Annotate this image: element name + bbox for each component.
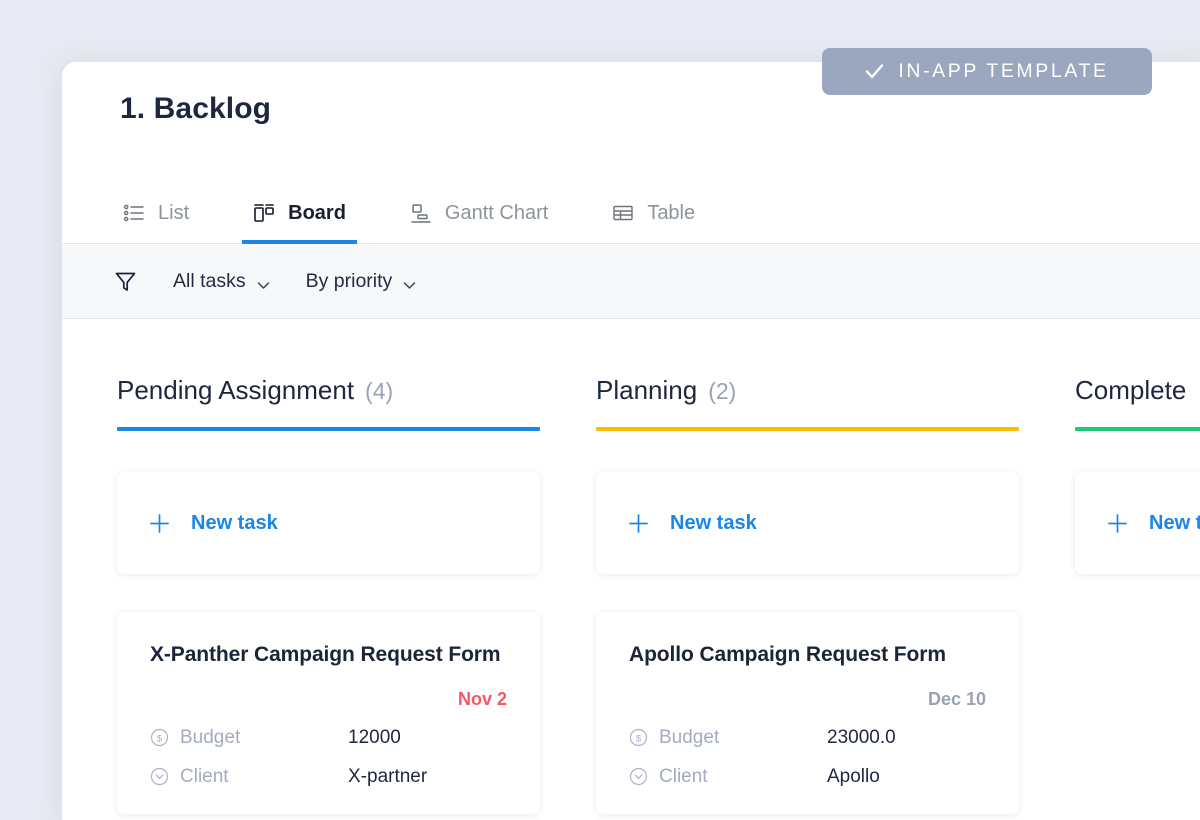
board-column-planning: Planning (2) New task Apollo Campaign Re… xyxy=(596,320,1019,820)
plus-icon xyxy=(1107,513,1128,534)
new-task-button[interactable]: New task xyxy=(117,472,540,574)
column-header: Pending Assignment (4) xyxy=(117,320,540,431)
chevron-down-icon xyxy=(257,277,270,289)
tab-label: Board xyxy=(288,201,346,224)
column-title: Pending Assignment xyxy=(117,375,355,405)
chevron-circle-icon xyxy=(629,767,648,786)
task-field-budget: $ Budget 12000 xyxy=(150,727,507,749)
filter-label: All tasks xyxy=(173,270,246,292)
task-field-budget: $ Budget 23000.0 xyxy=(629,727,986,749)
badge-label: IN-APP TEMPLATE xyxy=(898,60,1109,82)
chevron-circle-icon xyxy=(150,767,169,786)
column-title: Planning xyxy=(596,375,698,405)
board-column-pending-assignment: Pending Assignment (4) New task X-Panthe… xyxy=(117,320,540,820)
new-task-label: New task xyxy=(670,511,757,534)
field-value: 12000 xyxy=(348,726,401,748)
board-column-complete: Complete New task xyxy=(1075,320,1200,820)
app-panel: 1. Backlog List Board Gantt Chart Table … xyxy=(62,62,1200,820)
task-title: X-Panther Campaign Request Form xyxy=(150,643,501,666)
tab-table[interactable]: Table xyxy=(601,182,706,244)
new-task-button[interactable]: New task xyxy=(1075,472,1200,574)
field-label: Budget xyxy=(659,726,720,748)
plus-icon xyxy=(149,513,170,534)
task-due-date: Dec 10 xyxy=(927,688,986,709)
svg-text:$: $ xyxy=(636,734,642,745)
field-label: Client xyxy=(180,765,229,787)
column-accent-bar xyxy=(117,427,540,431)
new-task-label: New task xyxy=(191,511,278,534)
chevron-down-icon xyxy=(403,277,416,289)
tab-label: Gantt Chart xyxy=(444,201,549,224)
svg-text:$: $ xyxy=(157,734,163,745)
column-accent-bar xyxy=(596,427,1019,431)
field-value: 23000.0 xyxy=(827,726,896,748)
tab-label: Table xyxy=(647,201,696,224)
field-value: Apollo xyxy=(827,765,880,787)
tab-list[interactable]: List xyxy=(112,182,200,244)
kanban-board: Pending Assignment (4) New task X-Panthe… xyxy=(62,320,1200,820)
funnel-icon[interactable] xyxy=(114,270,137,293)
column-accent-bar xyxy=(1075,427,1200,431)
column-count: (2) xyxy=(708,378,737,404)
task-title: Apollo Campaign Request Form xyxy=(629,643,946,666)
page-title: 1. Backlog xyxy=(120,92,272,125)
filter-label: By priority xyxy=(305,270,393,292)
task-card[interactable]: X-Panther Campaign Request Form Nov 2 $ … xyxy=(117,612,540,814)
plus-icon xyxy=(628,513,649,534)
app-screenshot: 1. Backlog List Board Gantt Chart Table … xyxy=(0,0,1200,820)
tab-label: List xyxy=(158,201,190,224)
in-app-template-badge: IN-APP TEMPLATE xyxy=(822,48,1152,95)
check-icon xyxy=(865,62,884,81)
column-header: Complete xyxy=(1075,320,1200,431)
gantt-icon xyxy=(410,202,432,224)
field-label: Budget xyxy=(180,726,241,748)
column-count: (4) xyxy=(365,378,394,404)
task-field-client: Client Apollo xyxy=(629,766,986,788)
column-title: Complete xyxy=(1075,375,1187,405)
new-task-button[interactable]: New task xyxy=(596,472,1019,574)
bullet-list-icon xyxy=(123,202,145,224)
dollar-circle-icon: $ xyxy=(629,728,648,747)
field-value: X-partner xyxy=(348,765,428,787)
task-due-date: Nov 2 xyxy=(457,688,507,709)
tab-board[interactable]: Board xyxy=(242,182,357,244)
board-icon xyxy=(253,202,275,224)
tab-gantt-chart[interactable]: Gantt Chart xyxy=(399,182,559,244)
field-label: Client xyxy=(659,765,708,787)
table-grid-icon xyxy=(612,202,634,224)
filter-all-tasks[interactable]: All tasks xyxy=(173,270,270,293)
view-tabbar: List Board Gantt Chart Table xyxy=(62,182,1200,244)
task-field-client: Client X-partner xyxy=(150,766,507,788)
task-card[interactable]: Apollo Campaign Request Form Dec 10 $ Bu… xyxy=(596,612,1019,814)
column-header: Planning (2) xyxy=(596,320,1019,431)
new-task-label: New task xyxy=(1149,511,1200,534)
filter-by-priority[interactable]: By priority xyxy=(306,270,417,293)
filter-toolbar: All tasks By priority xyxy=(62,245,1200,319)
dollar-circle-icon: $ xyxy=(150,728,169,747)
